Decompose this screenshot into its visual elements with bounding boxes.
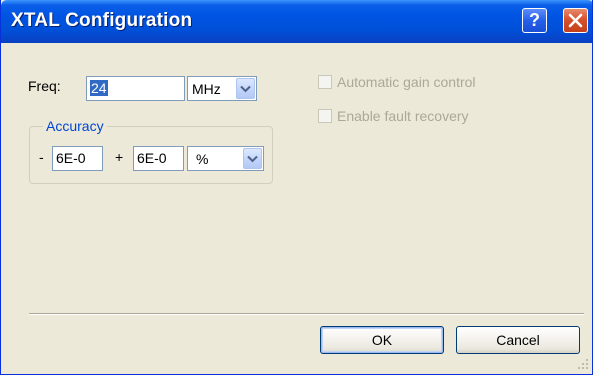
dialog-window: XTAL Configuration ? Freq: 24 MHz Accura…	[0, 0, 593, 375]
freq-unit-dropdown-button[interactable]	[236, 78, 255, 99]
accuracy-minus-input[interactable]: 6E-0	[52, 146, 103, 171]
chevron-down-icon	[247, 155, 258, 162]
freq-label: Freq:	[28, 78, 61, 94]
close-icon	[568, 13, 583, 28]
accuracy-minus-value: 6E-0	[56, 150, 86, 166]
accuracy-unit-value: %	[196, 151, 209, 167]
accuracy-plus-input[interactable]: 6E-0	[133, 146, 184, 171]
ok-button[interactable]: OK	[320, 326, 444, 354]
separator	[29, 313, 584, 315]
ok-button-label: OK	[371, 332, 393, 348]
title-bar[interactable]: XTAL Configuration ?	[1, 0, 592, 43]
fault-recovery-label: Enable fault recovery	[337, 108, 469, 124]
cancel-button[interactable]: Cancel	[456, 326, 580, 354]
agc-label: Automatic gain control	[337, 74, 476, 90]
agc-checkbox[interactable]	[318, 75, 332, 89]
window-title: XTAL Configuration	[11, 10, 193, 31]
freq-unit-value: MHz	[192, 81, 221, 97]
fault-recovery-checkbox[interactable]	[318, 109, 332, 123]
freq-input[interactable]: 24	[86, 76, 185, 101]
close-button[interactable]	[563, 8, 588, 33]
accuracy-unit-select[interactable]: %	[187, 146, 264, 171]
resize-grip-icon[interactable]	[577, 358, 589, 370]
accuracy-group-label: Accuracy	[43, 118, 107, 134]
accuracy-minus-sign: -	[39, 149, 44, 165]
help-button[interactable]: ?	[522, 8, 547, 33]
help-icon: ?	[529, 10, 540, 30]
freq-unit-select[interactable]: MHz	[187, 76, 257, 101]
accuracy-plus-value: 6E-0	[137, 150, 167, 166]
accuracy-plus-sign: +	[115, 149, 124, 165]
accuracy-unit-dropdown-button[interactable]	[243, 148, 262, 169]
chevron-down-icon	[240, 85, 251, 92]
cancel-button-label: Cancel	[496, 332, 540, 348]
dialog-client-area: Freq: 24 MHz Accuracy - 6E-0 + 6E-0 % Au…	[4, 43, 591, 372]
freq-value: 24	[90, 80, 108, 96]
